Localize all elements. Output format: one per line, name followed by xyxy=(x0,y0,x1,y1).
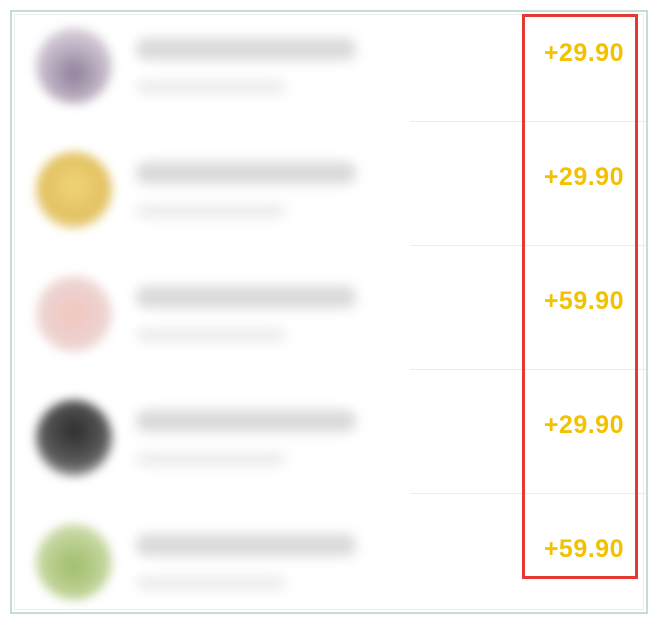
avatar xyxy=(36,524,112,600)
list-item[interactable]: +29.90 xyxy=(12,122,646,246)
amount-label: +29.90 xyxy=(543,39,624,67)
amount-label: +29.90 xyxy=(543,411,624,439)
redacted-name xyxy=(136,286,356,308)
avatar xyxy=(36,276,112,352)
redacted-name xyxy=(136,38,356,60)
redacted-subtitle xyxy=(136,576,286,590)
amount-label: +29.90 xyxy=(543,163,624,191)
redacted-subtitle xyxy=(136,328,286,342)
list-item[interactable]: +59.90 xyxy=(12,494,646,612)
redacted-subtitle xyxy=(136,204,286,218)
redacted-subtitle xyxy=(136,80,286,94)
redacted-name xyxy=(136,534,356,556)
redacted-name xyxy=(136,162,356,184)
amount-label: +59.90 xyxy=(543,535,624,563)
redacted-subtitle xyxy=(136,452,286,466)
list-item[interactable]: +29.90 xyxy=(12,370,646,494)
transaction-list: +29.90 +29.90 +59.90 +29.90 +59.90 xyxy=(12,12,646,612)
avatar xyxy=(36,28,112,104)
avatar xyxy=(36,152,112,228)
amount-label: +59.90 xyxy=(543,287,624,315)
list-item[interactable]: +59.90 xyxy=(12,246,646,370)
list-item[interactable]: +29.90 xyxy=(12,12,646,122)
avatar xyxy=(36,400,112,476)
redacted-name xyxy=(136,410,356,432)
screenshot-frame: +29.90 +29.90 +59.90 +29.90 +59.90 xyxy=(10,10,648,614)
